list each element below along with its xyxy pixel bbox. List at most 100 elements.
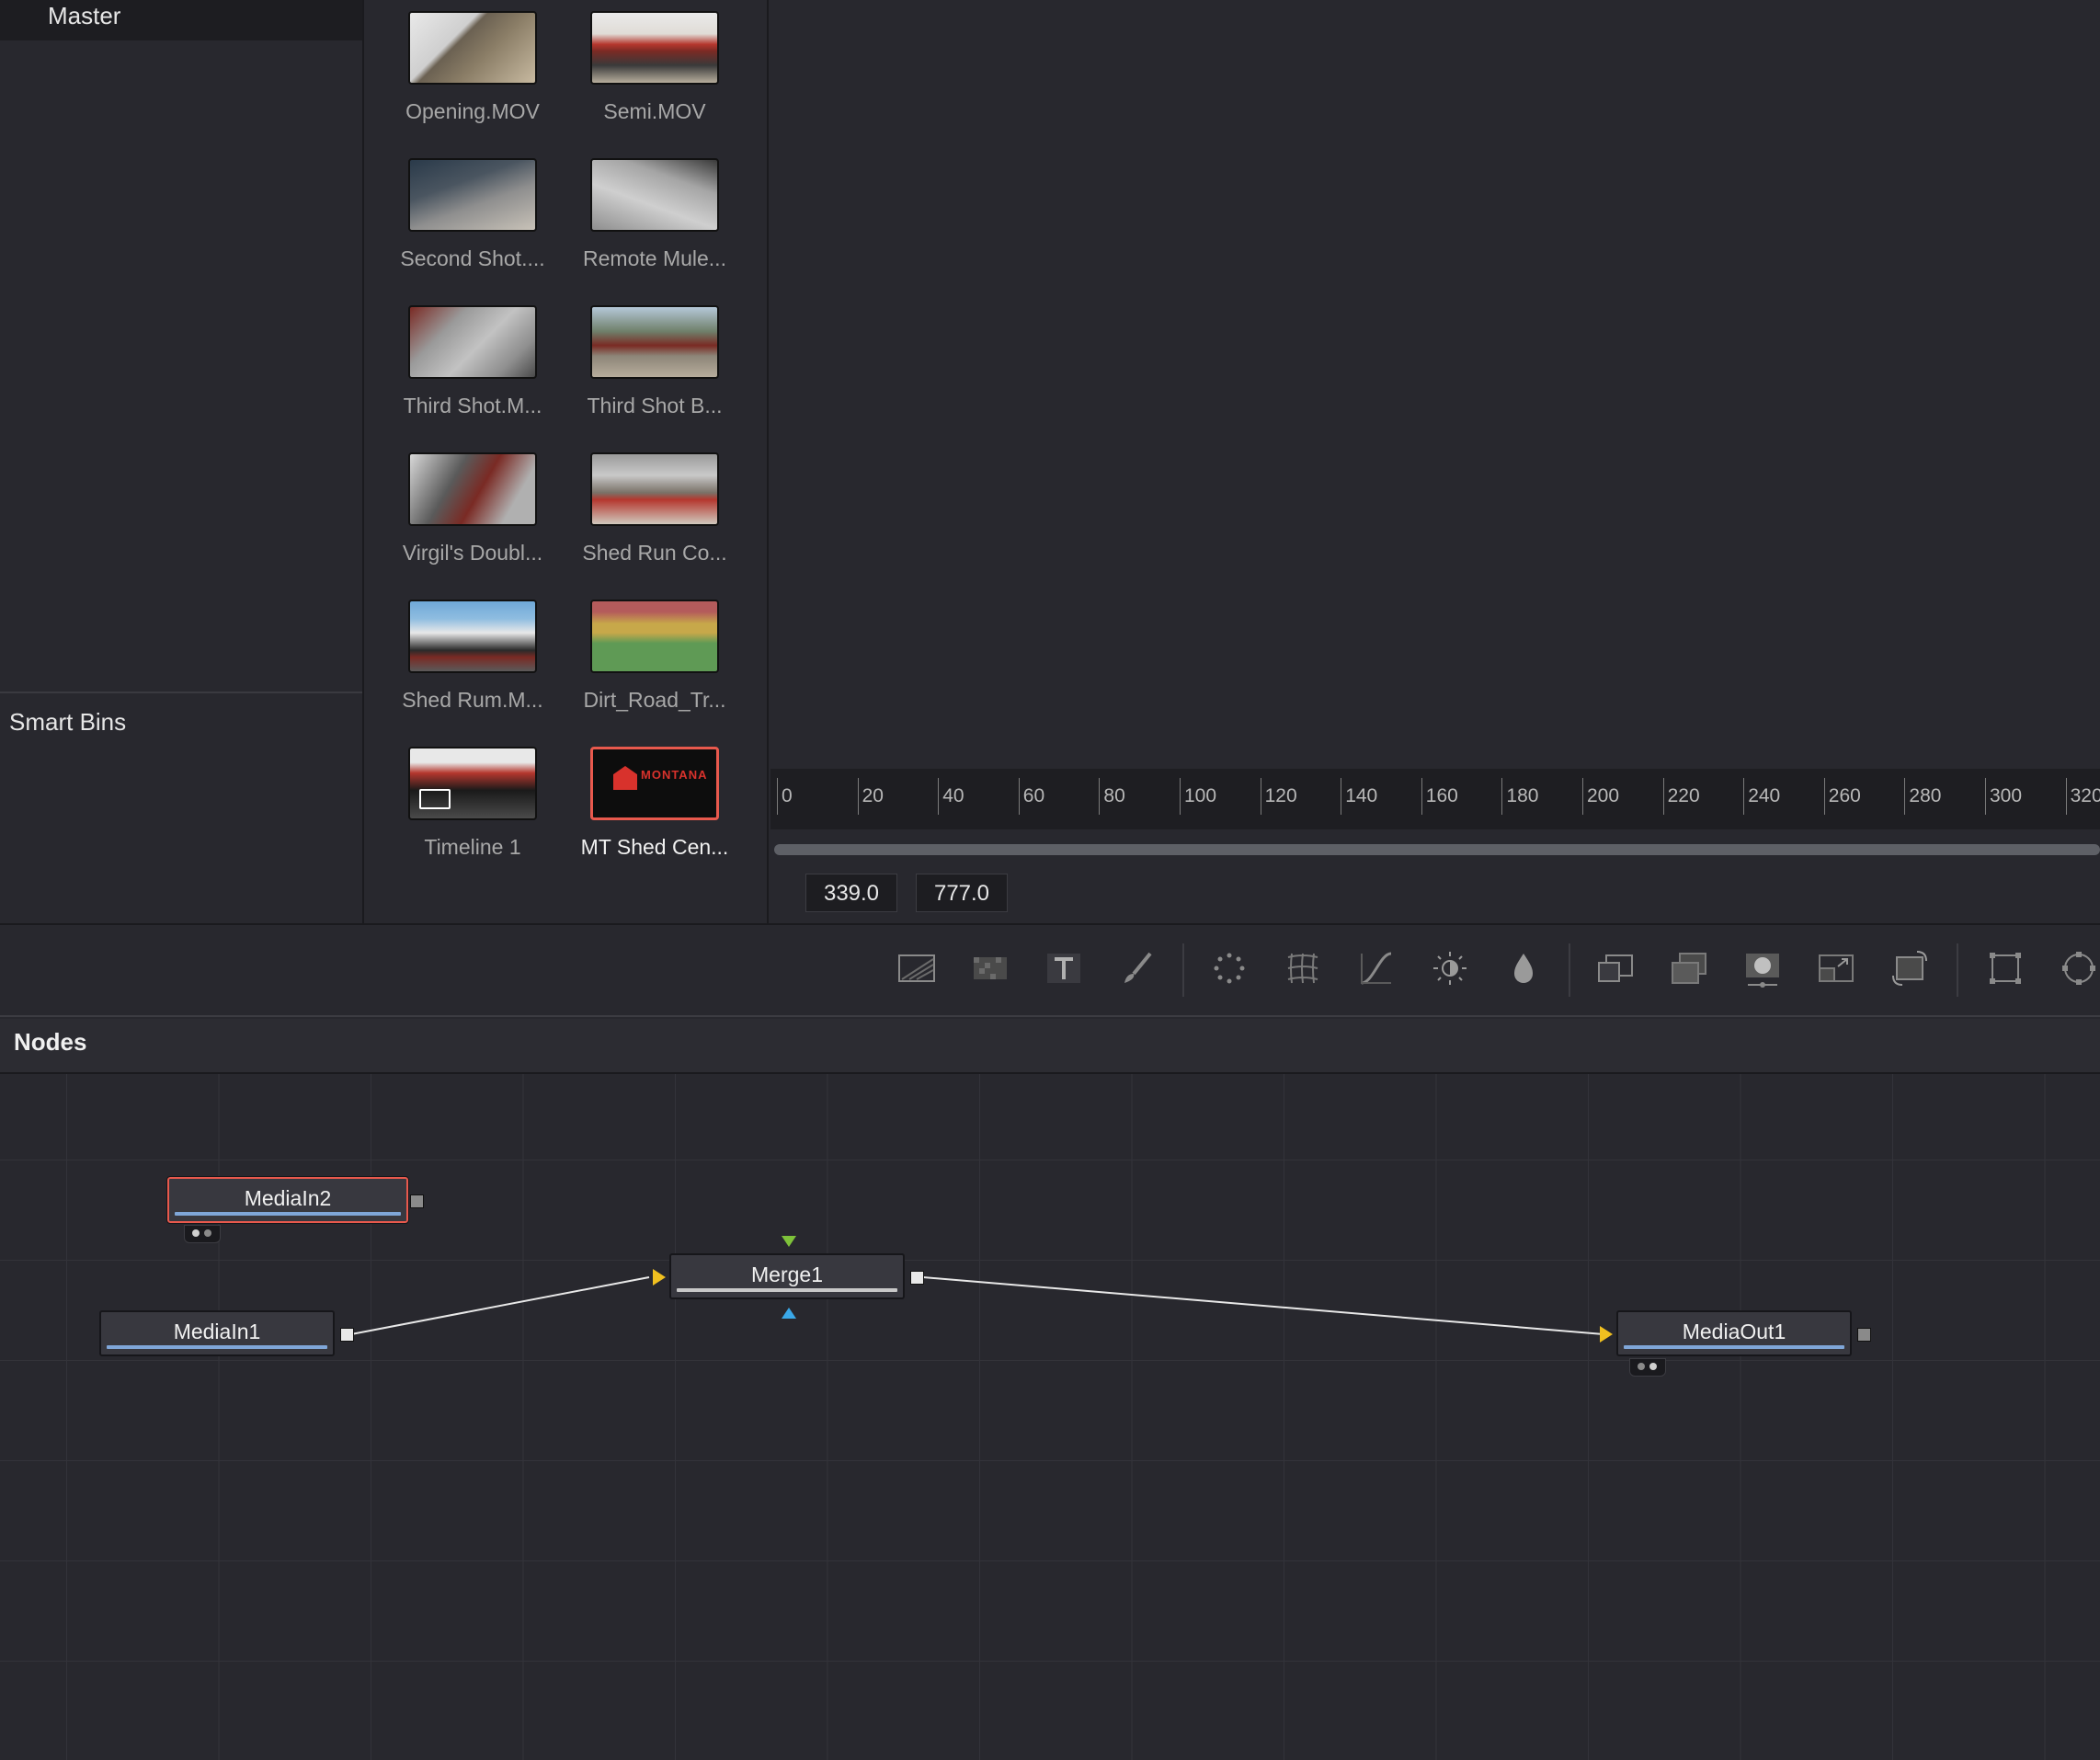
ruler-tick	[857, 778, 859, 815]
ruler-tick	[777, 778, 778, 815]
particles-icon[interactable]	[1208, 947, 1250, 989]
node-label: MediaOut1	[1682, 1320, 1786, 1343]
clip-third-shot-b[interactable]: Third Shot B...	[565, 294, 748, 432]
ruler-tick-label: 60	[1022, 785, 1045, 806]
ruler-tick-label: 180	[1506, 785, 1539, 806]
ruler-tick	[1501, 778, 1503, 815]
clip-name: Virgil's Doubl...	[402, 541, 543, 565]
clip-thumbnail	[590, 600, 719, 673]
color-curves-icon[interactable]	[1355, 947, 1398, 989]
clip-thumbnail	[590, 158, 719, 232]
ruler-tick-label: 40	[942, 785, 964, 806]
node-label: MediaIn2	[244, 1186, 332, 1210]
toolbar-separator	[1957, 943, 1958, 997]
node-merge1[interactable]: Merge1	[669, 1253, 905, 1299]
clip-shed-run[interactable]: Shed Run Co...	[565, 441, 748, 579]
clip-third-shot[interactable]: Third Shot.M...	[382, 294, 566, 432]
clip-thumbnail	[590, 452, 719, 526]
mediain2-view-indicator[interactable]	[184, 1225, 221, 1243]
ruler-tick	[938, 778, 940, 815]
ruler-tick-label: 220	[1667, 785, 1700, 806]
node-mediain2[interactable]: MediaIn2	[166, 1176, 409, 1224]
ruler-tick-label: 200	[1587, 785, 1620, 806]
smart-bins-header[interactable]: Smart Bins	[9, 708, 126, 737]
background-icon[interactable]	[896, 947, 938, 989]
ruler-tick	[1662, 778, 1664, 815]
transform-icon[interactable]	[1889, 947, 1931, 989]
bin-label-master: Master	[48, 2, 121, 29]
clip-name: Shed Run Co...	[582, 541, 727, 565]
ruler-tick-label: 0	[782, 785, 793, 806]
ruler-tick-label: 120	[1264, 785, 1297, 806]
mediain1-output-port[interactable]	[340, 1328, 354, 1342]
clip-thumbnail	[408, 11, 537, 85]
mediain2-output-port[interactable]	[410, 1194, 424, 1208]
ruler-tick-label: 100	[1184, 785, 1217, 806]
ruler-tick-label: 20	[862, 785, 884, 806]
clip-remote-mule[interactable]: Remote Mule...	[565, 147, 748, 285]
ruler-tick-label: 300	[1990, 785, 2023, 806]
mask-icon[interactable]	[1741, 947, 1784, 989]
grid-warp-icon[interactable]	[1282, 947, 1324, 989]
ruler-tick-label: 140	[1345, 785, 1378, 806]
ruler-tick-label: 280	[1909, 785, 1942, 806]
viewer[interactable]	[769, 0, 2100, 769]
clip-shed-rum[interactable]: Shed Rum.M...	[382, 589, 566, 726]
mediaout1-view-indicator[interactable]	[1629, 1358, 1666, 1377]
clip-thumbnail	[590, 11, 719, 85]
clip-thumbnail	[408, 305, 537, 379]
clip-name: Remote Mule...	[583, 246, 726, 270]
clip-thumbnail	[408, 600, 537, 673]
paint-icon[interactable]	[1116, 947, 1158, 989]
clip-name: Dirt_Road_Tr...	[583, 688, 726, 712]
ruler-tick	[1582, 778, 1583, 815]
coord-x-value[interactable]: 339.0	[805, 874, 897, 912]
clip-name: Timeline 1	[424, 835, 521, 859]
text-icon[interactable]	[1043, 947, 1085, 989]
clip-dirt-road[interactable]: Dirt_Road_Tr...	[565, 589, 748, 726]
toolbar-separator	[1182, 943, 1184, 997]
ruler-tick-label: 260	[1828, 785, 1861, 806]
clip-name: Opening.MOV	[405, 99, 540, 123]
ruler-tick-label: 240	[1748, 785, 1781, 806]
clip-semi[interactable]: Semi.MOV	[565, 0, 748, 138]
node-label: MediaIn1	[173, 1320, 261, 1343]
resize-icon[interactable]	[1815, 947, 1857, 989]
ruler-tick	[2065, 778, 2067, 815]
clip-opening[interactable]: Opening.MOV	[382, 0, 566, 138]
clip-second-shot[interactable]: Second Shot....	[382, 147, 566, 285]
node-mediain1[interactable]: MediaIn1	[99, 1310, 335, 1356]
node-label: Merge1	[751, 1263, 823, 1286]
clip-thumbnail	[408, 452, 537, 526]
ruler-ticks: 0 20 40 60 80 100 120 140 160 180 200 220 240 260 280 3…	[0, 769, 2100, 829]
mediaout1-output-port[interactable]	[1857, 1328, 1871, 1342]
nodes-header	[0, 1019, 2100, 1074]
ruler-tick	[1985, 778, 1986, 815]
clip-name: Third Shot B...	[587, 394, 723, 417]
matte-control-icon[interactable]	[1668, 947, 1710, 989]
node-mediaout1[interactable]: MediaOut1	[1616, 1310, 1852, 1356]
ruler-tick-label: 160	[1425, 785, 1458, 806]
ellipse-mask-icon[interactable]	[2058, 947, 2100, 989]
ruler-tick	[1904, 778, 1906, 815]
ruler-tick	[1018, 778, 1020, 815]
merge-tool-icon[interactable]	[1594, 947, 1637, 989]
node-status-bar	[1624, 1345, 1844, 1349]
toolbar-separator	[1569, 943, 1570, 997]
clip-name: Shed Rum.M...	[402, 688, 543, 712]
clip-virgils-double[interactable]: Virgil's Doubl...	[382, 441, 566, 579]
blur-icon[interactable]	[1502, 947, 1545, 989]
brightness-contrast-icon[interactable]	[1429, 947, 1471, 989]
merge1-output-port[interactable]	[910, 1271, 924, 1285]
ruler-tick	[1421, 778, 1422, 815]
ruler-tick-label: 320	[2070, 785, 2100, 806]
ruler-tick-label: 80	[1103, 785, 1125, 806]
fast-noise-icon[interactable]	[969, 947, 1011, 989]
timeline-scrollbar[interactable]	[774, 844, 2100, 855]
node-status-bar	[175, 1212, 401, 1216]
clip-thumbnail	[590, 305, 719, 379]
clip-name: Third Shot.M...	[403, 394, 542, 417]
clip-thumbnail	[408, 158, 537, 232]
rectangle-mask-icon[interactable]	[1984, 947, 2026, 989]
coord-y-value[interactable]: 777.0	[916, 874, 1008, 912]
